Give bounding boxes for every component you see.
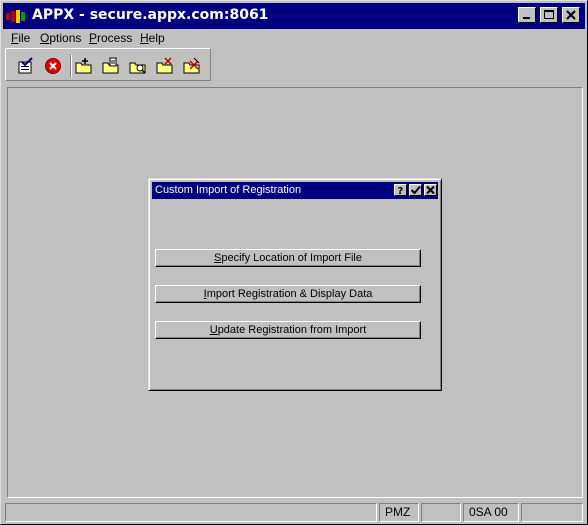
help-icon: ? [398, 186, 404, 195]
checkmark-icon [410, 185, 421, 195]
menu-file[interactable]: File [11, 31, 30, 45]
toolbar-separator [70, 55, 72, 77]
cancel-icon[interactable] [44, 57, 62, 75]
custom-import-dialog: Custom Import of Registration ? Specify … [148, 178, 442, 391]
change-folder-icon[interactable] [102, 57, 120, 75]
status-bar: PMZ 0SA 00 [3, 503, 585, 522]
toolbar [5, 48, 211, 81]
update-registration-button[interactable]: Update Registration from Import [155, 321, 421, 339]
window-title: APPX - secure.appx.com:8061 [32, 7, 269, 23]
minimize-button[interactable] [518, 7, 536, 23]
status-empty [421, 503, 461, 522]
import-display-button[interactable]: Import Registration & Display Data [155, 285, 421, 303]
specify-location-button[interactable]: Specify Location of Import File [155, 249, 421, 267]
maximize-icon [544, 10, 554, 19]
maximize-button[interactable] [540, 7, 558, 23]
ok-check-icon[interactable] [17, 57, 35, 75]
svg-text:?: ? [398, 186, 404, 195]
dialog-help-button[interactable]: ? [394, 184, 407, 196]
menu-bar: File Options Process Help [3, 29, 585, 47]
status-user: PMZ [379, 503, 419, 522]
inquire-folder-icon[interactable] [129, 57, 147, 75]
close-icon [426, 185, 435, 195]
close-icon [566, 10, 576, 20]
appx-logo-icon [6, 10, 25, 23]
status-message [5, 503, 377, 522]
dialog-close-button[interactable] [424, 184, 437, 196]
minimize-icon [523, 17, 530, 19]
dialog-ok-button[interactable] [409, 184, 422, 196]
status-database: 0SA 00 [463, 503, 519, 522]
add-folder-icon[interactable] [75, 57, 93, 75]
status-extra [521, 503, 583, 522]
menu-process[interactable]: Process [89, 31, 132, 45]
menu-help[interactable]: Help [140, 31, 165, 45]
remove-folder-icon[interactable] [183, 57, 201, 75]
title-bar[interactable]: APPX - secure.appx.com:8061 [3, 3, 585, 29]
dialog-title-bar[interactable]: Custom Import of Registration ? [152, 182, 438, 199]
delete-folder-icon[interactable] [156, 57, 174, 75]
menu-options[interactable]: Options [40, 31, 81, 45]
close-button[interactable] [562, 7, 580, 23]
app-window: APPX - secure.appx.com:8061 File Options… [0, 0, 588, 525]
dialog-title: Custom Import of Registration [155, 184, 302, 196]
